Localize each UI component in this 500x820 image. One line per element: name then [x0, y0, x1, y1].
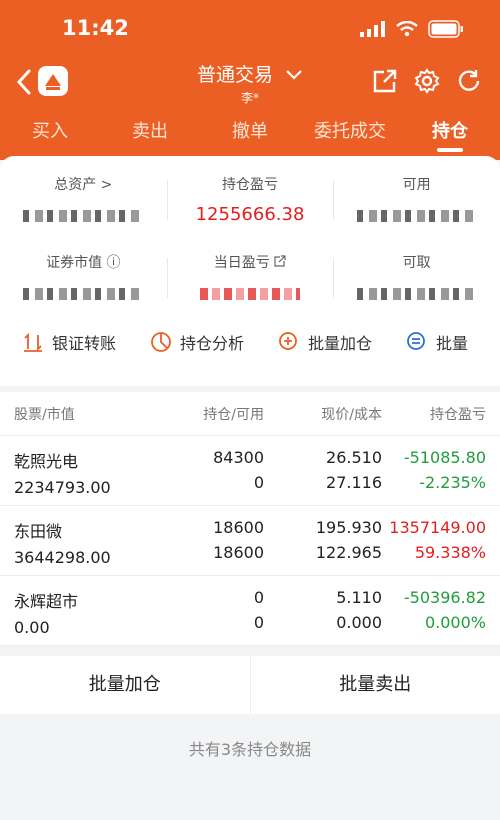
stock-pl-pct: 0.000%: [424, 613, 486, 632]
tab-positions[interactable]: 持仓: [400, 112, 500, 152]
stock-pl-pct: 59.338%: [414, 543, 486, 562]
stock-pl-pct: -2.235%: [419, 473, 486, 492]
stock-price: 26.510: [326, 448, 382, 467]
page-title[interactable]: 普通交易: [197, 64, 273, 86]
table-header: 股票/市值 持仓/可用 现价/成本 持仓盈亏: [0, 392, 500, 436]
trade-tabs: 买入 卖出 撤单 委托成交 持仓: [0, 112, 500, 152]
positions-count-note: 共有3条持仓数据: [188, 740, 312, 759]
stock-pl: -50396.82: [403, 588, 486, 607]
quick-position-analysis-label: 持仓分析: [180, 334, 245, 353]
stock-position: 84300: [213, 448, 264, 467]
withdrawable-masked: [356, 288, 477, 300]
col-position: 持仓/可用: [203, 406, 264, 423]
total-assets-value-masked: [23, 210, 144, 222]
analysis-icon: [151, 332, 171, 352]
withdrawable: 可取: [333, 234, 500, 312]
signal-icon: [360, 21, 385, 37]
stock-available: 18600: [213, 543, 264, 562]
add-position-icon: [279, 332, 297, 350]
stock-name: 永辉超市: [14, 592, 79, 611]
transfer-icon: [24, 332, 42, 352]
quick-batch-label: 批量: [436, 334, 469, 353]
available-label: 可用: [402, 177, 431, 193]
market-value-label[interactable]: 证券市值 ⓘ: [0, 252, 167, 272]
stock-position: 0: [253, 588, 264, 607]
stock-pl: -51085.80: [403, 448, 486, 467]
table-row[interactable]: 东田微 3644298.00 18600 18600 195.930 122.9…: [0, 506, 500, 576]
tab-sell[interactable]: 卖出: [100, 112, 200, 152]
stock-name: 东田微: [14, 522, 63, 541]
quick-actions: 银证转账 持仓分析 批量加仓 批量: [0, 312, 500, 362]
wifi-icon: [396, 21, 418, 37]
stock-price: 195.930: [315, 518, 382, 537]
batch-icon: [407, 332, 425, 350]
available: 可用: [333, 156, 500, 234]
quick-batch-add[interactable]: 批量加仓: [278, 322, 372, 362]
stock-market-value: 0.00: [14, 618, 50, 637]
stock-price: 5.110: [336, 588, 382, 607]
tab-cancel[interactable]: 撤单: [200, 112, 300, 152]
table-row[interactable]: 永辉超市 0.00 0 0 5.110 0.000 -50396.82 0.00…: [0, 576, 500, 646]
withdrawable-label: 可取: [402, 255, 431, 271]
batch-sell-button[interactable]: 批量卖出: [249, 656, 500, 714]
nav-actions: [372, 68, 482, 94]
battery-icon: [428, 20, 463, 38]
daily-pl: 当日盈亏: [166, 234, 334, 312]
total-assets[interactable]: 总资产 >: [0, 156, 167, 234]
market-value-masked: [23, 288, 144, 300]
position-pl-value: 1255666.38: [195, 204, 305, 225]
account-summary-card: 总资产 > 持仓盈亏 1255666.38 可用 证券市值 ⓘ 当日盈亏 可取 …: [0, 156, 500, 386]
available-value-masked: [356, 210, 477, 222]
position-pl: 持仓盈亏 1255666.38: [166, 156, 334, 234]
status-icons: [360, 20, 464, 38]
daily-pl-masked: [200, 288, 300, 300]
col-price: 现价/成本: [321, 406, 382, 423]
quick-position-analysis[interactable]: 持仓分析: [150, 322, 244, 362]
batch-add-button[interactable]: 批量加仓: [0, 656, 250, 714]
share-icon[interactable]: [372, 68, 398, 94]
settings-gear-icon[interactable]: [414, 68, 440, 94]
stock-name: 乾照光电: [14, 452, 79, 471]
stock-available: 0: [253, 473, 264, 492]
status-bar: 11:42: [0, 0, 500, 58]
quick-batch-add-label: 批量加仓: [308, 334, 373, 353]
stock-cost: 27.116: [326, 473, 382, 492]
quick-bank-transfer-label: 银证转账: [52, 334, 117, 353]
tab-buy[interactable]: 买入: [0, 112, 100, 152]
daily-pl-label: 当日盈亏: [213, 255, 270, 271]
quick-batch[interactable]: 批量: [406, 322, 468, 362]
stock-available: 0: [253, 613, 264, 632]
stock-cost: 0.000: [336, 613, 382, 632]
quick-bank-transfer[interactable]: 银证转账: [22, 322, 116, 362]
stock-market-value: 3644298.00: [14, 548, 111, 567]
status-time: 11:42: [62, 16, 129, 40]
total-assets-label[interactable]: 总资产 >: [0, 174, 167, 194]
refresh-icon[interactable]: [456, 68, 482, 94]
bottom-actions: 批量加仓 批量卖出: [0, 656, 500, 714]
position-pl-label: 持仓盈亏: [222, 177, 278, 193]
app-header: 11:42 普通交易 李* 买入 卖出 撤单 委托成交 持仓: [0, 0, 500, 160]
stock-market-value: 2234793.00: [14, 478, 111, 497]
stock-pl: 1357149.00: [389, 518, 486, 537]
stock-position: 18600: [213, 518, 264, 537]
nav-bar: 普通交易 李*: [0, 58, 500, 108]
external-link-icon[interactable]: [274, 255, 286, 267]
col-stock: 股票/市值: [14, 406, 75, 423]
table-row[interactable]: 乾照光电 2234793.00 84300 0 26.510 27.116 -5…: [0, 436, 500, 506]
tab-orders[interactable]: 委托成交: [300, 112, 400, 152]
chevron-down-icon[interactable]: [285, 69, 303, 81]
col-pl: 持仓盈亏: [430, 406, 486, 423]
market-value: 证券市值 ⓘ: [0, 234, 167, 312]
positions-table: 股票/市值 持仓/可用 现价/成本 持仓盈亏 乾照光电 2234793.00 8…: [0, 392, 500, 646]
stock-cost: 122.965: [315, 543, 382, 562]
